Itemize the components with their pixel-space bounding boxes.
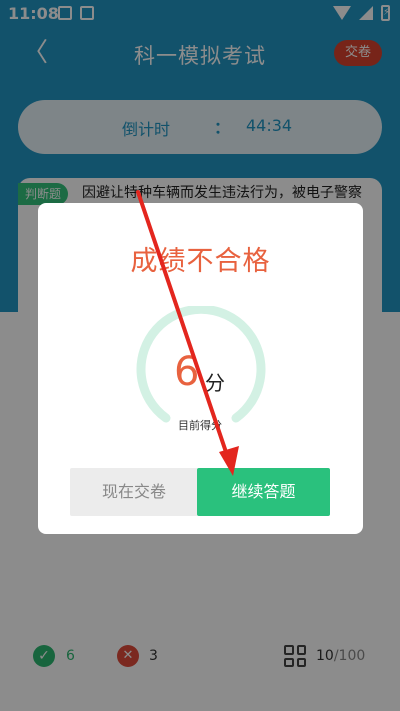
continue-answering-button[interactable]: 继续答题 xyxy=(197,468,330,516)
result-title: 成绩不合格 xyxy=(130,246,271,277)
score-label: 目前得分 xyxy=(178,419,222,432)
score-gauge-icon xyxy=(136,306,266,423)
score-value: 6 xyxy=(174,349,200,395)
submit-now-button[interactable]: 现在交卷 xyxy=(70,468,198,516)
score-unit: 分 xyxy=(205,371,225,395)
result-dialog: 成绩不合格 6 分 目前得分 现在交卷 继续答题 xyxy=(38,203,363,534)
